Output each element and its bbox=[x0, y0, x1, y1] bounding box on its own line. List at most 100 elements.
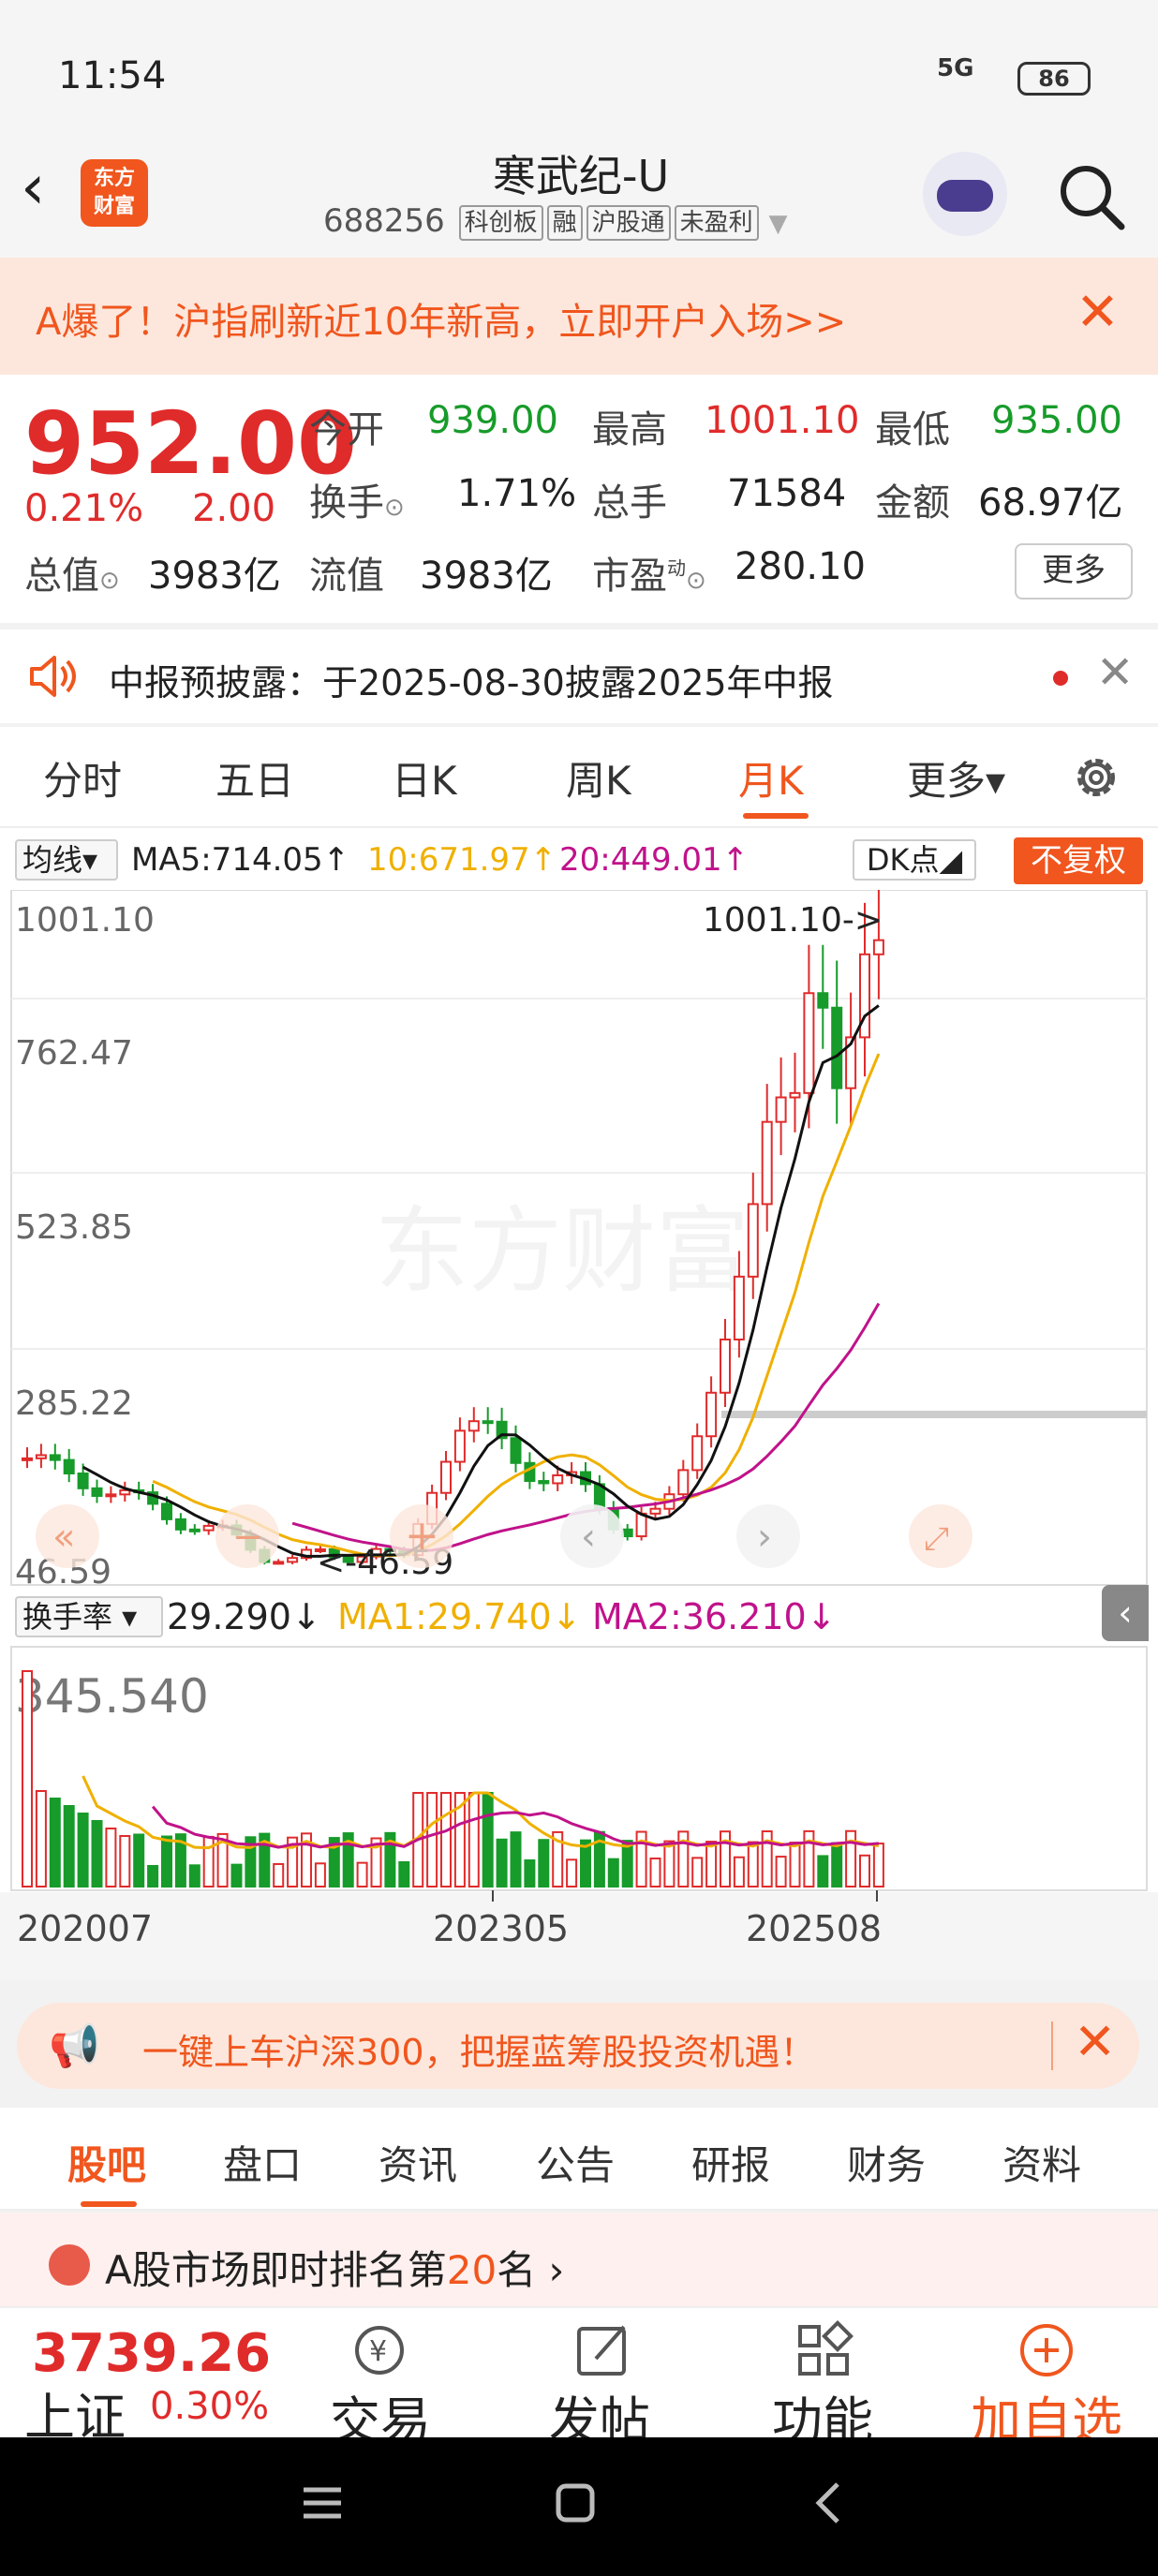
tag-star-market: 科创板 bbox=[458, 204, 543, 241]
tags-dropdown-icon[interactable]: ▼ bbox=[768, 210, 787, 238]
candle-body bbox=[552, 1473, 564, 1485]
high-label: 最高 bbox=[592, 408, 667, 452]
volume-max-label: 345.540 bbox=[15, 1669, 209, 1724]
tab-research[interactable]: 研报 bbox=[691, 2134, 770, 2191]
x-tick-2: 202305 bbox=[433, 1908, 569, 1949]
pe-label[interactable]: 市盈动⊙ bbox=[592, 545, 706, 600]
add-circle-icon[interactable] bbox=[1014, 2317, 1079, 2383]
tag-margin: 融 bbox=[546, 204, 583, 241]
turnover-value: 1.71% bbox=[457, 472, 577, 515]
volume-bar bbox=[482, 1792, 494, 1888]
tab-forum[interactable]: 股吧 bbox=[67, 2134, 146, 2191]
tab-more[interactable]: 更多▾ bbox=[907, 749, 1005, 807]
amount-value: 68.97亿 bbox=[978, 481, 1123, 525]
mktcap-label[interactable]: 总值⊙ bbox=[24, 545, 120, 600]
gear-icon[interactable] bbox=[1068, 749, 1124, 806]
battery-icon: 86 bbox=[1017, 62, 1091, 96]
back-button[interactable]: ‹ bbox=[21, 156, 45, 218]
grid-icon[interactable] bbox=[791, 2317, 856, 2383]
promo2-text[interactable]: 一键上车沪深300，把握蓝筹股投资机遇！ bbox=[142, 2023, 816, 2075]
promo-close-icon[interactable]: ✕ bbox=[1076, 282, 1120, 343]
menu-icon[interactable] bbox=[294, 2475, 350, 2531]
stock-tags[interactable]: 688256 科创板融沪股通 未盈利 ▼ bbox=[323, 202, 848, 241]
low-label: 最低 bbox=[875, 408, 950, 452]
volume-bar bbox=[426, 1792, 438, 1888]
index-percent[interactable]: 0.30% bbox=[150, 2385, 269, 2428]
volume-bar bbox=[468, 1792, 480, 1888]
promo-text[interactable]: A爆了！沪指刷新近10年新高，立即开户入场>> bbox=[36, 291, 846, 346]
volume-bar bbox=[566, 1858, 578, 1888]
price-tick-1: 1001.10 bbox=[15, 901, 155, 940]
collapse-panel-button[interactable]: ‹ bbox=[1102, 1585, 1149, 1641]
candle-body bbox=[510, 1437, 522, 1464]
active-tab-underline bbox=[81, 2201, 137, 2207]
tab-orderbook[interactable]: 盘口 bbox=[223, 2134, 302, 2191]
candle-body bbox=[747, 1203, 759, 1278]
volume-bar bbox=[872, 1843, 884, 1888]
adjust-button[interactable]: 不复权 bbox=[1014, 837, 1143, 884]
candle-body bbox=[63, 1458, 75, 1474]
active-tab-underline bbox=[743, 813, 809, 819]
tab-weekly-k[interactable]: 周K bbox=[566, 749, 631, 807]
candle-body bbox=[287, 1557, 299, 1563]
quote-more-button[interactable]: 更多 bbox=[1015, 543, 1133, 600]
search-icon[interactable] bbox=[1054, 159, 1129, 234]
tag-unprofitable: 未盈利 bbox=[674, 204, 759, 241]
tab-five-day[interactable]: 五日 bbox=[215, 749, 294, 807]
tab-profile[interactable]: 资料 bbox=[1002, 2134, 1081, 2191]
tab-announcements[interactable]: 公告 bbox=[536, 2134, 615, 2191]
app-logo[interactable]: 东方 财富 bbox=[81, 159, 148, 227]
ma-selector[interactable]: 均线▾ bbox=[15, 839, 118, 881]
rank-text[interactable]: A股市场即时排名第20名 › bbox=[105, 2239, 564, 2296]
volume-indicator-selector[interactable]: 换手率 ▾ bbox=[15, 1596, 163, 1637]
back-icon[interactable] bbox=[802, 2475, 858, 2531]
trade-icon[interactable]: ¥ bbox=[347, 2317, 412, 2383]
bottom-action-bar: 3739.26 上证 0.30% ¥ 交易 发帖 功能 加自选 bbox=[0, 2306, 1158, 2450]
turnover-label[interactable]: 换手⊙ bbox=[309, 472, 405, 526]
volume-bar bbox=[77, 1813, 89, 1888]
volume-bar bbox=[147, 1864, 159, 1888]
volume-bar bbox=[49, 1798, 61, 1888]
kline-chart-area[interactable]: 均线▾ MA5:714.05↑ 10:671.97↑ 20:449.01↑ DK… bbox=[0, 828, 1158, 1980]
tab-monthly-k[interactable]: 月K bbox=[738, 749, 804, 807]
promo-banner[interactable]: A爆了！沪指刷新近10年新高，立即开户入场>> ✕ bbox=[0, 258, 1158, 375]
volume-bar bbox=[398, 1860, 410, 1888]
candle-body bbox=[161, 1503, 172, 1520]
chevron-right-icon: › bbox=[757, 1516, 772, 1559]
rank-row[interactable]: A股市场即时排名第20名 › bbox=[0, 2213, 1158, 2306]
tag-connect: 沪股通 bbox=[586, 204, 671, 241]
volume-current-value: 29.290↓ bbox=[167, 1596, 321, 1637]
volume-bar bbox=[356, 1861, 368, 1888]
volume-bar bbox=[440, 1792, 452, 1888]
home-icon[interactable] bbox=[547, 2475, 603, 2531]
candle-body bbox=[761, 1120, 773, 1206]
float-label: 流值 bbox=[309, 555, 384, 598]
tab-intraday[interactable]: 分时 bbox=[43, 749, 122, 807]
tab-news[interactable]: 资讯 bbox=[379, 2134, 457, 2191]
tab-daily-k[interactable]: 日K bbox=[392, 749, 457, 807]
edit-icon[interactable] bbox=[570, 2317, 635, 2383]
candle-body bbox=[453, 1429, 466, 1463]
dk-point-button[interactable]: DK点◢ bbox=[853, 839, 976, 881]
promo2-close-icon[interactable]: ✕ bbox=[1074, 2012, 1116, 2071]
volume-ma2-value: MA2:36.210↓ bbox=[592, 1596, 837, 1637]
tab-finance[interactable]: 财务 bbox=[847, 2134, 926, 2191]
volume-bar bbox=[314, 1862, 326, 1888]
notice-bar[interactable]: 中报预披露：于2025-08-30披露2025年中报 ✕ bbox=[0, 629, 1158, 723]
kline-chart[interactable]: 东方财富 1001.10 762.47 523.85 285.22 46.59 … bbox=[0, 890, 1158, 1980]
volume-bar bbox=[747, 1841, 759, 1888]
volume-indicator-row: 换手率 ▾ 29.290↓ MA1:29.740↓ MA2:36.210↓ bbox=[0, 1585, 1158, 1647]
notice-close-icon[interactable]: ✕ bbox=[1096, 646, 1134, 699]
low-value: 935.00 bbox=[991, 399, 1122, 442]
notice-text[interactable]: 中报预披露：于2025-08-30披露2025年中报 bbox=[109, 654, 834, 705]
x-axis-band bbox=[0, 1892, 1158, 1980]
volume-bar bbox=[775, 1856, 787, 1888]
volume-bar bbox=[705, 1841, 718, 1888]
promo-banner-2[interactable]: 📢 一键上车沪深300，把握蓝筹股投资机遇！ ✕ bbox=[17, 2003, 1139, 2089]
status-time: 11:54 bbox=[58, 54, 167, 97]
volume-bar bbox=[161, 1835, 172, 1888]
volume-bar bbox=[230, 1863, 243, 1888]
ma-indicator-row: 均线▾ MA5:714.05↑ 10:671.97↑ 20:449.01↑ DK… bbox=[0, 828, 1158, 890]
speaker-icon bbox=[30, 656, 76, 697]
volume-bar bbox=[663, 1840, 676, 1888]
